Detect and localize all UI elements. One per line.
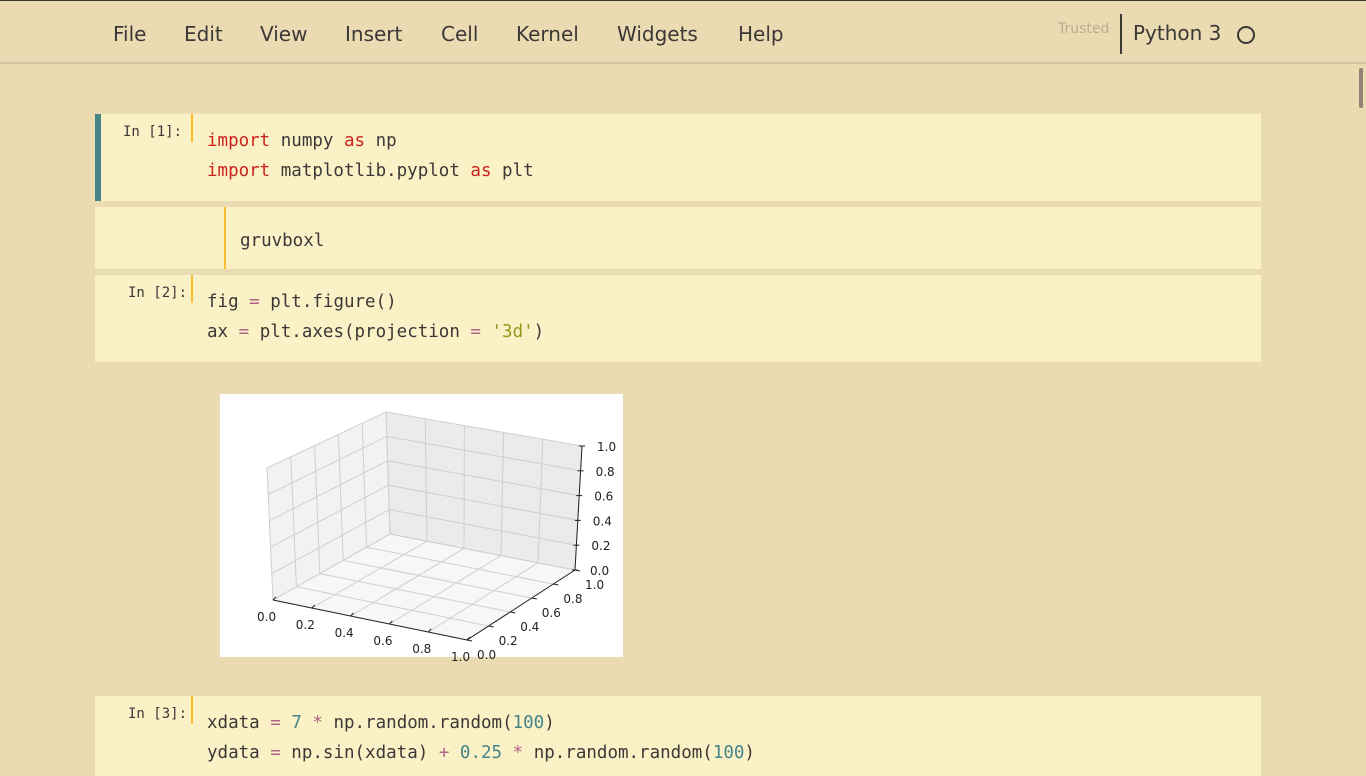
trusted-indicator[interactable]: Trusted xyxy=(1058,21,1109,37)
code-token: ydata xyxy=(207,743,270,763)
code-token xyxy=(481,322,492,342)
code-token: = xyxy=(239,322,250,342)
x-tick-label: 0.0 xyxy=(257,610,276,624)
scrollbar-thumb[interactable] xyxy=(1359,68,1363,108)
code-token: plt.axes(projection xyxy=(249,322,470,342)
menubar: File Edit View Insert Cell Kernel Widget… xyxy=(0,0,1366,64)
x-tick-label: 1.0 xyxy=(451,650,470,664)
code-token: = xyxy=(270,713,281,733)
code-input[interactable]: import numpy as np import matplotlib.pyp… xyxy=(207,126,534,186)
code-cell-1[interactable]: In [1]: import numpy as np import matplo… xyxy=(95,114,1261,201)
code-token: numpy xyxy=(270,131,344,151)
x-tick-label: 0.4 xyxy=(335,626,354,640)
code-cell-2[interactable]: In [2]: fig = plt.figure() ax = plt.axes… xyxy=(95,275,1261,362)
code-token: import xyxy=(207,131,270,151)
3d-axes-plot: 0.00.20.40.60.81.00.00.20.40.60.81.00.00… xyxy=(220,394,623,669)
code-token: fig xyxy=(207,292,249,312)
code-token: import xyxy=(207,161,270,181)
menu-widgets[interactable]: Widgets xyxy=(617,22,698,46)
z-tick-label: 0.4 xyxy=(593,514,612,528)
code-token xyxy=(302,713,313,733)
code-token: as xyxy=(470,161,491,181)
code-token: ) xyxy=(534,322,545,342)
cell-prompt: In [1]: xyxy=(123,124,182,140)
markdown-divider xyxy=(224,207,226,269)
code-token: plt xyxy=(491,161,533,181)
code-token: np.sin(xdata) xyxy=(281,743,439,763)
plot-output: 0.00.20.40.60.81.00.00.20.40.60.81.00.00… xyxy=(220,394,623,657)
prompt-divider xyxy=(191,114,193,142)
code-token: 0.25 xyxy=(460,743,502,763)
kernel-name[interactable]: Python 3 xyxy=(1133,21,1221,45)
x-tick-label: 0.6 xyxy=(373,634,392,648)
y-tick-mark xyxy=(532,598,537,599)
menu-file[interactable]: File xyxy=(113,22,146,46)
code-token: + xyxy=(439,743,450,763)
code-token: 7 xyxy=(291,713,302,733)
menu-kernel[interactable]: Kernel xyxy=(516,22,579,46)
code-token: * xyxy=(312,713,323,733)
code-token xyxy=(502,743,513,763)
z-tick-label: 0.8 xyxy=(596,465,615,479)
code-token: = xyxy=(270,743,281,763)
menu-cell[interactable]: Cell xyxy=(441,22,478,46)
x-tick-label: 0.2 xyxy=(296,618,315,632)
code-token: '3d' xyxy=(492,322,534,342)
cell-prompt: In [2]: xyxy=(128,285,187,301)
y-tick-label: 0.4 xyxy=(520,620,539,634)
code-token: plt.figure() xyxy=(260,292,397,312)
code-token: * xyxy=(513,743,524,763)
cell-prompt: In [3]: xyxy=(128,706,187,722)
markdown-cell[interactable]: gruvboxl xyxy=(95,207,1261,269)
markdown-text: gruvboxl xyxy=(240,231,324,251)
y-tick-label: 0.8 xyxy=(563,592,582,606)
kernel-separator xyxy=(1120,14,1122,54)
code-cell-3[interactable]: In [3]: xdata = 7 * np.random.random(100… xyxy=(95,696,1261,776)
y-tick-mark xyxy=(510,612,515,613)
code-token: ) xyxy=(744,743,755,763)
menu-insert[interactable]: Insert xyxy=(345,22,402,46)
code-token: ax xyxy=(207,322,239,342)
z-tick-label: 0.0 xyxy=(590,564,609,578)
scrollbar[interactable] xyxy=(1356,66,1366,768)
code-token: matplotlib.pyplot xyxy=(270,161,470,181)
x-tick-label: 0.8 xyxy=(412,642,431,656)
y-tick-label: 0.6 xyxy=(542,606,561,620)
code-token: 100 xyxy=(713,743,745,763)
prompt-divider xyxy=(191,275,193,303)
code-token: np.random.random( xyxy=(323,713,513,733)
prompt-divider xyxy=(191,696,193,724)
menu-view[interactable]: View xyxy=(260,22,307,46)
code-token: np.random.random( xyxy=(523,743,713,763)
code-token: = xyxy=(470,322,481,342)
y-tick-label: 0.2 xyxy=(499,634,518,648)
z-tick-label: 0.6 xyxy=(594,490,613,504)
menu-edit[interactable]: Edit xyxy=(184,22,223,46)
code-token: = xyxy=(249,292,260,312)
y-tick-label: 1.0 xyxy=(585,578,604,592)
code-token xyxy=(281,713,292,733)
y-tick-label: 0.0 xyxy=(477,648,496,662)
code-token: np xyxy=(365,131,397,151)
code-token: ) xyxy=(544,713,555,733)
code-token: 100 xyxy=(513,713,545,733)
y-tick-mark xyxy=(553,584,558,585)
code-token: as xyxy=(344,131,365,151)
menu-help[interactable]: Help xyxy=(738,22,784,46)
code-token xyxy=(449,743,460,763)
y-tick-mark xyxy=(467,640,472,641)
z-tick-label: 1.0 xyxy=(597,440,616,454)
y-tick-mark xyxy=(489,626,494,627)
z-tick-label: 0.2 xyxy=(591,539,610,553)
code-token: xdata xyxy=(207,713,270,733)
code-input[interactable]: fig = plt.figure() ax = plt.axes(project… xyxy=(207,287,544,347)
code-input[interactable]: xdata = 7 * np.random.random(100) ydata … xyxy=(207,708,755,768)
kernel-idle-icon xyxy=(1237,26,1255,44)
